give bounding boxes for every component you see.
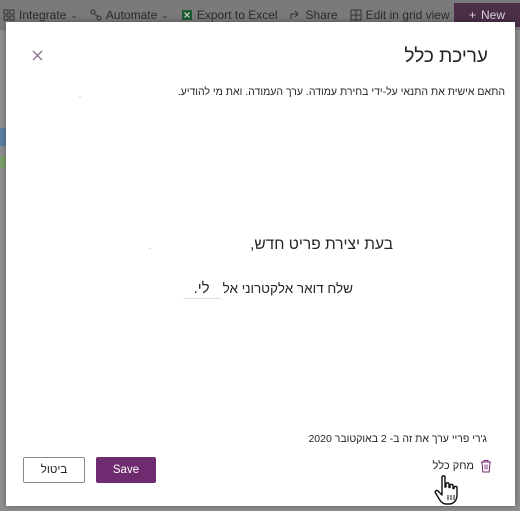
edit-grid-button[interactable]: Edit in grid view xyxy=(347,8,453,22)
divider-speck xyxy=(149,248,151,249)
last-edited-info: ג'רי פריי ערך את זה ב- 2 באוקטובר 2020 xyxy=(308,433,487,445)
delete-rule-label: מחק כלל xyxy=(432,460,474,472)
recipient-field[interactable]: לי. xyxy=(182,278,221,299)
new-label: New xyxy=(481,8,506,22)
rule-action-text: שלח דואר אלקטרוני אל xyxy=(222,281,353,296)
trash-icon xyxy=(480,459,492,473)
delete-rule-button[interactable]: מחק כלל xyxy=(433,459,492,473)
save-button[interactable]: Save xyxy=(96,457,156,483)
excel-icon xyxy=(181,9,193,21)
rule-heading: בעת יצירת פריט חדש, xyxy=(250,236,393,253)
export-button[interactable]: Export to Excel xyxy=(178,8,281,22)
cancel-button[interactable]: ביטול xyxy=(23,457,85,483)
integrate-label: Integrate xyxy=(19,8,67,22)
edit-rule-dialog: עריכת כלל התאם אישית את התנאי על-ידי בחי… xyxy=(6,22,515,506)
chevron-down-icon: ⌄ xyxy=(70,9,78,20)
grid-icon xyxy=(350,9,362,21)
automate-icon xyxy=(90,9,102,21)
plus-icon: + xyxy=(468,8,476,22)
divider-speck xyxy=(79,96,81,97)
dialog-instructions: התאם אישית את התנאי על-ידי בחירת עמודה. … xyxy=(177,86,505,98)
dialog-title: עריכת כלל xyxy=(404,46,488,67)
integrate-icon xyxy=(3,9,15,21)
export-label: Export to Excel xyxy=(196,8,278,22)
edit-grid-label: Edit in grid view xyxy=(365,8,450,22)
chevron-down-icon: ⌄ xyxy=(161,9,169,20)
close-icon[interactable] xyxy=(30,48,44,62)
rule-action: שלח דואר אלקטרוני אל לי. xyxy=(182,278,353,299)
share-button[interactable]: Share xyxy=(287,8,341,22)
share-label: Share xyxy=(305,8,338,22)
hand-cursor-icon xyxy=(432,474,462,506)
share-icon xyxy=(290,9,302,21)
automate-label: Automate xyxy=(105,8,158,22)
integrate-menu[interactable]: Integrate ⌄ xyxy=(0,8,81,22)
automate-menu[interactable]: Automate ⌄ xyxy=(87,8,172,22)
